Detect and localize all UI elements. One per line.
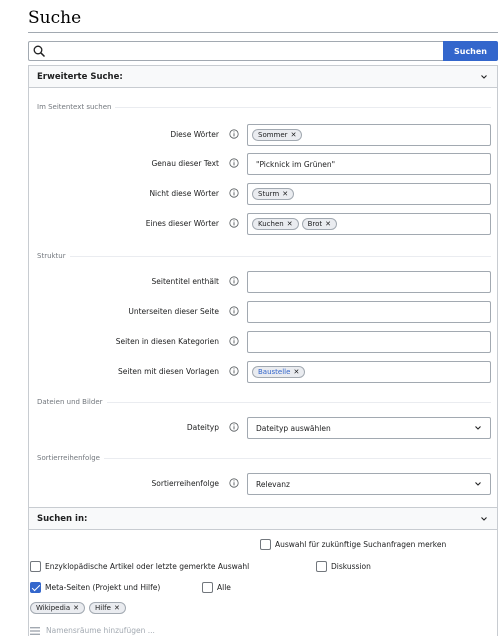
field-label: Diese Wörter: [170, 130, 219, 139]
chevron-down-icon[interactable]: [480, 73, 488, 81]
namespace-checkbox[interactable]: [202, 582, 213, 593]
namespace-option-articles[interactable]: Enzyklopädische Artikel oder letzte geme…: [30, 561, 249, 572]
chevron-down-icon: [475, 482, 481, 486]
section-legend-sort: Sortierreihenfolge: [37, 454, 491, 462]
chip[interactable]: Baustelle ✕: [252, 366, 306, 378]
title-divider: [28, 32, 498, 33]
field-label: Dateityp: [186, 423, 219, 432]
field-label: Sortierreihenfolge: [151, 479, 219, 488]
section-legend-text: Im Seitentext suchen: [37, 103, 491, 111]
remember-selection[interactable]: Auswahl für zukünftige Suchanfragen merk…: [260, 539, 446, 550]
field-label: Unterseiten dieser Seite: [128, 307, 219, 316]
field-row-templates: Seiten mit diesen Vorlagen Baustelle ✕: [29, 361, 499, 383]
filetype-value: Dateityp auswählen: [256, 423, 331, 433]
field-row-title-contains: Seitentitel enthält: [29, 271, 499, 293]
remember-checkbox[interactable]: [260, 539, 271, 550]
list-icon: [30, 626, 40, 635]
info-icon[interactable]: [229, 218, 239, 228]
chip[interactable]: Wikipedia ✕: [30, 602, 86, 614]
field-row-sort: Sortierreihenfolge Relevanz: [29, 473, 499, 495]
categories-input[interactable]: [247, 331, 491, 353]
namespace-checkbox[interactable]: [30, 561, 41, 572]
namespaces-header[interactable]: Suchen in:: [29, 508, 497, 530]
exact-text-value: "Picknick im Grünen": [256, 159, 336, 169]
info-icon[interactable]: [229, 188, 239, 198]
info-icon[interactable]: [229, 366, 239, 376]
info-icon[interactable]: [229, 158, 239, 168]
page-title: Suche: [28, 8, 82, 28]
namespace-label: Diskussion: [331, 562, 371, 571]
remove-icon[interactable]: ✕: [291, 131, 297, 139]
namespace-checkbox[interactable]: [30, 582, 41, 593]
magnifier-icon: [33, 45, 46, 58]
namespace-chips: Wikipedia ✕ Hilfe ✕: [30, 602, 126, 614]
field-row-categories: Seiten in diesen Kategorien: [29, 331, 499, 353]
namespace-option-meta[interactable]: Meta-Seiten (Projekt und Hilfe): [30, 582, 160, 593]
advanced-search-title: Erweiterte Suche:: [37, 71, 123, 82]
field-row-these-words: Diese Wörter Sommer ✕: [29, 124, 499, 146]
chip[interactable]: Brot ✕: [301, 218, 338, 230]
filetype-select[interactable]: Dateityp auswählen: [247, 417, 491, 439]
these-words-input[interactable]: Sommer ✕: [247, 124, 491, 146]
field-row-not-these-words: Nicht diese Wörter Sturm ✕: [29, 183, 499, 205]
info-icon[interactable]: [229, 276, 239, 286]
field-label: Genau dieser Text: [151, 159, 219, 168]
chevron-down-icon[interactable]: [480, 515, 488, 523]
title-contains-input[interactable]: [247, 271, 491, 293]
search-button[interactable]: Suchen: [443, 41, 498, 61]
namespace-label: Meta-Seiten (Projekt und Hilfe): [45, 583, 161, 592]
remove-icon[interactable]: ✕: [73, 604, 79, 612]
chip[interactable]: Kuchen ✕: [252, 218, 299, 230]
add-namespace-placeholder: Namensräume hinzufügen ...: [46, 626, 155, 635]
chip[interactable]: Sturm ✕: [252, 188, 295, 200]
field-row-one-of-these-words: Eines dieser Wörter Kuchen ✕ Brot ✕: [29, 213, 499, 235]
advanced-search-panel: Erweiterte Suche: Im Seitentext suchen D…: [28, 65, 498, 508]
namespace-label: Enzyklopädische Artikel oder letzte geme…: [45, 562, 250, 571]
field-row-filetype: Dateityp Dateityp auswählen: [29, 417, 499, 439]
section-legend-files: Dateien und Bilder: [37, 398, 491, 406]
info-icon[interactable]: [229, 478, 239, 488]
field-row-exact-text: Genau dieser Text "Picknick im Grünen": [29, 153, 499, 175]
remove-icon[interactable]: ✕: [287, 220, 293, 228]
namespace-option-all[interactable]: Alle: [202, 582, 231, 593]
remember-label: Auswahl für zukünftige Suchanfragen merk…: [275, 540, 447, 549]
remove-icon[interactable]: ✕: [282, 190, 288, 198]
info-icon[interactable]: [229, 306, 239, 316]
namespace-option-discussion[interactable]: Diskussion: [316, 561, 371, 572]
remove-icon[interactable]: ✕: [293, 368, 299, 376]
namespace-label: Alle: [217, 583, 231, 592]
search-bar: Suchen: [28, 41, 498, 61]
templates-input[interactable]: Baustelle ✕: [247, 361, 491, 383]
field-label: Eines dieser Wörter: [145, 219, 219, 228]
field-row-subpages: Unterseiten dieser Seite: [29, 301, 499, 323]
subpages-input[interactable]: [247, 301, 491, 323]
search-input[interactable]: [28, 41, 443, 61]
add-namespace-input[interactable]: Namensräume hinzufügen ...: [30, 626, 155, 635]
field-label: Seitentitel enthält: [151, 277, 220, 286]
sort-select[interactable]: Relevanz: [247, 473, 491, 495]
sort-value: Relevanz: [256, 479, 290, 489]
field-label: Seiten mit diesen Vorlagen: [117, 367, 219, 376]
chip[interactable]: Hilfe ✕: [89, 602, 126, 614]
field-label: Seiten in diesen Kategorien: [115, 337, 219, 346]
one-of-these-words-input[interactable]: Kuchen ✕ Brot ✕: [247, 213, 491, 235]
namespaces-title: Suchen in:: [37, 513, 88, 524]
chevron-down-icon: [475, 426, 481, 430]
namespace-checkbox[interactable]: [316, 561, 327, 572]
not-these-words-input[interactable]: Sturm ✕: [247, 183, 491, 205]
advanced-search-header[interactable]: Erweiterte Suche:: [29, 66, 497, 88]
info-icon[interactable]: [229, 336, 239, 346]
remove-icon[interactable]: ✕: [325, 220, 331, 228]
exact-text-input[interactable]: "Picknick im Grünen": [247, 153, 491, 175]
info-icon[interactable]: [229, 422, 239, 432]
section-legend-structure: Struktur: [37, 252, 491, 260]
field-label: Nicht diese Wörter: [149, 189, 219, 198]
chip[interactable]: Sommer ✕: [252, 129, 303, 141]
info-icon[interactable]: [229, 129, 239, 139]
remove-icon[interactable]: ✕: [114, 604, 120, 612]
